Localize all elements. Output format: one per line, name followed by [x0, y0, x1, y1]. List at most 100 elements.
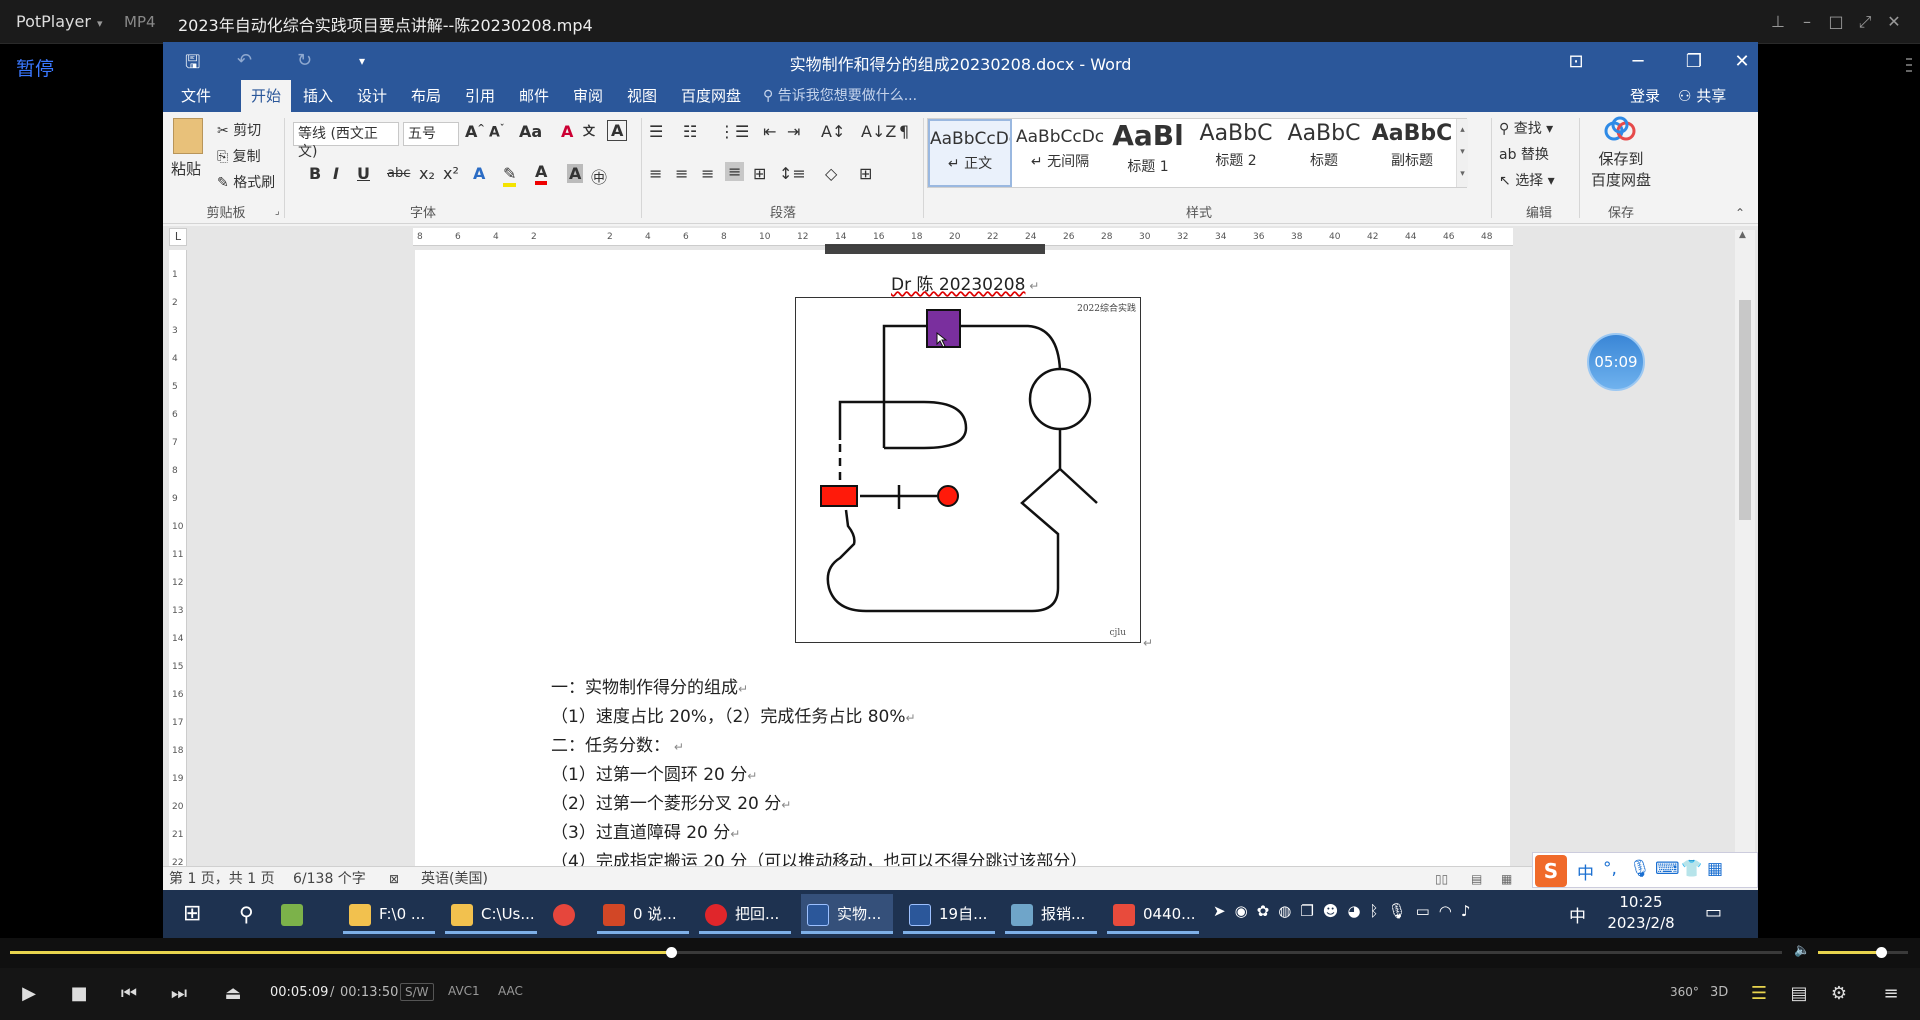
language-indicator[interactable]: 英语(美国) [421, 867, 488, 891]
tab-file[interactable]: 文件 [171, 80, 221, 112]
select-button[interactable]: ↖ 选择 ▾ [1499, 170, 1555, 190]
tab-insert[interactable]: 插入 [293, 80, 343, 112]
tray-people-icon[interactable]: ☻ [1323, 902, 1348, 920]
clear-format-icon[interactable]: A [561, 122, 573, 141]
tray-wifi-icon[interactable]: ◠ [1439, 902, 1461, 920]
taskbar-reimburse[interactable]: 报销... [1005, 894, 1097, 934]
increase-indent-icon[interactable]: ⇥ [787, 122, 800, 141]
italic-icon[interactable]: I [333, 164, 339, 183]
tab-selector-icon[interactable]: L [169, 228, 187, 246]
eject-icon[interactable]: ⏏ [220, 981, 246, 1007]
web-layout-icon[interactable]: ▦ [1501, 867, 1512, 891]
taskbar-netease[interactable]: 把回... [699, 894, 791, 934]
notification-icon[interactable]: ▭ [1705, 902, 1722, 923]
pinyin-icon[interactable]: 文 [583, 122, 595, 139]
search-icon[interactable]: ⚲ [233, 894, 254, 934]
cut-button[interactable]: ✂ 剪切 [217, 120, 261, 140]
char-border-icon[interactable]: A [607, 120, 628, 141]
align-right-icon[interactable]: ≡ [701, 164, 714, 183]
find-button[interactable]: ⚲ 查找 ▾ [1499, 118, 1553, 138]
strikethrough-icon[interactable]: abc [387, 166, 410, 181]
sw-badge[interactable]: S/W [400, 983, 434, 1001]
ribbon-display-icon[interactable]: ⊡ [1553, 48, 1599, 76]
distributed-icon[interactable]: ⊞ [753, 164, 766, 183]
toolbox-icon[interactable]: ▦ [1707, 859, 1723, 879]
player-menu-button[interactable]: PotPlayer ▾ [16, 12, 102, 31]
replace-button[interactable]: ab 替换 [1499, 144, 1549, 164]
stop-icon[interactable]: ■ [66, 981, 92, 1007]
tray-globe-icon[interactable]: ◉ [1235, 902, 1257, 920]
taskbar-app-photo[interactable] [275, 894, 311, 934]
tab-mailings[interactable]: 邮件 [509, 80, 559, 112]
tab-review[interactable]: 审阅 [563, 80, 613, 112]
tray-gear-icon[interactable]: ✿ [1257, 902, 1279, 920]
taskbar-pdf[interactable]: 0440... [1107, 894, 1199, 934]
char-shading-icon[interactable]: A [567, 164, 584, 183]
menu-icon[interactable]: ≡ [1878, 981, 1904, 1007]
enclose-char-icon[interactable]: ㊥ [591, 164, 607, 188]
style-no-spacing[interactable]: AaBbCcDc ↵ 无间隔 [1016, 119, 1104, 185]
text-effects-icon[interactable]: A [473, 164, 485, 183]
copy-button[interactable]: ⎘ 复制 [217, 146, 261, 166]
bold-icon[interactable]: B [309, 164, 321, 183]
tray-ime-indicator[interactable]: 中 [1569, 902, 1586, 927]
system-tray[interactable]: ➤◉✿◍❐☻◕ᛒ🎙▭◠♪ [1213, 902, 1479, 920]
audio-codec-badge[interactable]: AAC [494, 983, 527, 999]
playlist-search-icon[interactable]: ☰ [1746, 981, 1772, 1007]
word-close-icon[interactable]: ✕ [1727, 48, 1757, 76]
align-center-icon[interactable]: ≡ [675, 164, 688, 183]
tell-me-search[interactable]: ⚲ 告诉我您想要做什么... [763, 80, 917, 112]
style-normal[interactable]: AaBbCcDc ↵ 正文 [928, 119, 1012, 187]
seek-handle[interactable] [665, 947, 677, 958]
decrease-indent-icon[interactable]: ⇤ [763, 122, 776, 141]
proofing-icon[interactable]: ⊠ [389, 867, 399, 891]
share-button[interactable]: ⚇ 共享 [1678, 80, 1726, 112]
vr360-button[interactable]: 360° [1670, 985, 1699, 999]
tray-network-icon[interactable]: ◕ [1347, 902, 1369, 920]
next-icon[interactable]: ⏭ [166, 981, 192, 1007]
align-left-icon[interactable]: ≡ [649, 164, 662, 183]
sogou-logo-icon[interactable]: S [1535, 855, 1567, 887]
tab-layout[interactable]: 布局 [401, 80, 451, 112]
tray-cursor-icon[interactable]: ➤ [1213, 902, 1235, 920]
style-heading2[interactable]: AaBbC 标题 2 [1192, 119, 1280, 185]
taskbar-browser[interactable] [547, 894, 587, 934]
taskbar-word-2[interactable]: 19自... [903, 894, 995, 934]
seek-bar[interactable] [10, 947, 1782, 958]
vertical-scrollbar[interactable]: ▲ ▼ [1735, 230, 1755, 866]
save-to-baidu-button[interactable]: 保存到 百度网盘 [1591, 148, 1651, 190]
fullscreen-icon[interactable]: ⤢ [1853, 10, 1877, 34]
sort-icon[interactable]: A↓Z [861, 122, 896, 141]
pin-icon[interactable]: ⊥ [1766, 10, 1790, 34]
video-codec-badge[interactable]: AVC1 [444, 983, 484, 999]
grow-font-icon[interactable]: A^ [465, 122, 485, 141]
font-color-icon[interactable]: A [535, 162, 548, 185]
dialog-launcher-icon[interactable]: ⌟ [275, 206, 280, 217]
taskbar-powerpoint[interactable]: 0 说... [597, 894, 689, 934]
previous-icon[interactable]: ⏮ [116, 981, 142, 1007]
numbering-icon[interactable]: ☷ [683, 122, 697, 141]
baidu-cloud-icon[interactable] [1603, 116, 1637, 144]
chapter-icon[interactable]: ▤ [1786, 981, 1812, 1007]
highlight-icon[interactable]: ✎ [503, 164, 517, 187]
document-page[interactable]: Dr 陈 20230208 ↵ 2022综合实践 cjlu ↵ 一：实物制作得分… [415, 244, 1510, 866]
font-name-select[interactable]: 等线 (西文正文) [293, 122, 399, 160]
show-marks-icon[interactable]: ¶ [899, 122, 909, 141]
multilevel-list-icon[interactable]: ⋮☰ [719, 122, 749, 141]
tab-references[interactable]: 引用 [455, 80, 505, 112]
paste-button[interactable]: 粘贴 [171, 158, 201, 179]
login-button[interactable]: 登录 [1630, 80, 1660, 112]
maximize-icon[interactable]: □ [1824, 10, 1848, 34]
recording-timer[interactable]: 05:09 [1587, 333, 1645, 391]
subscript-icon[interactable]: x₂ [419, 164, 435, 183]
start-icon[interactable]: ⊞ [177, 894, 201, 934]
asian-layout-icon[interactable]: A↕ [821, 122, 845, 141]
side-handle[interactable] [1906, 54, 1912, 94]
tab-design[interactable]: 设计 [347, 80, 397, 112]
volume-bar[interactable] [1818, 947, 1908, 958]
keyboard-icon[interactable]: ⌨ [1655, 859, 1680, 879]
scrollbar-thumb[interactable] [1739, 300, 1751, 520]
borders-icon[interactable]: ⊞ [859, 164, 872, 183]
style-heading1[interactable]: AaBl 标题 1 [1104, 119, 1192, 185]
page-count[interactable]: 第 1 页，共 1 页 [169, 867, 275, 891]
